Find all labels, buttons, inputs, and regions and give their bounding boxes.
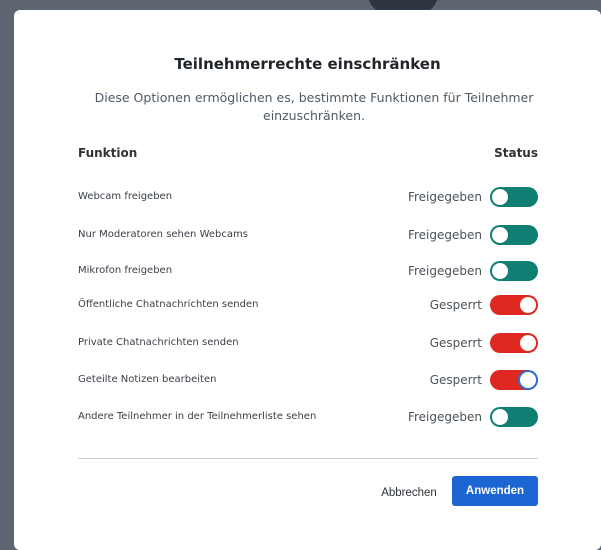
toggle-knob	[520, 297, 536, 313]
toggle-switch-webcam[interactable]	[490, 187, 538, 207]
setting-label: Andere Teilnehmer in der Teilnehmerliste…	[78, 411, 317, 422]
setting-status: Gesperrt	[429, 373, 482, 387]
setting-label: Nur Moderatoren sehen Webcams	[78, 229, 248, 240]
setting-status: Gesperrt	[429, 336, 482, 350]
setting-status: Freigegeben	[407, 264, 482, 278]
apply-button[interactable]: Anwenden	[452, 476, 538, 506]
toggle-switch-user-list[interactable]	[490, 407, 538, 427]
modal-title: Teilnehmerrechte einschränken	[174, 55, 441, 73]
setting-status: Freigegeben	[407, 410, 482, 424]
setting-label: Mikrofon freigeben	[78, 265, 173, 276]
setting-label: Geteilte Notizen bearbeiten	[78, 374, 217, 385]
setting-label: Öffentliche Chatnachrichten senden	[78, 299, 259, 310]
cancel-button[interactable]: Abbrechen	[380, 484, 438, 502]
setting-row-microphone: Mikrofon freigeben Freigegeben	[78, 256, 538, 286]
toggle-knob	[520, 335, 536, 351]
lock-viewers-modal: Teilnehmerrechte einschränken Diese Opti…	[14, 10, 601, 550]
setting-status: Freigegeben	[407, 228, 482, 242]
column-header-function: Funktion	[78, 146, 138, 160]
setting-row-shared-notes: Geteilte Notizen bearbeiten Gesperrt	[78, 365, 538, 395]
toggle-knob	[492, 409, 508, 425]
setting-row-private-chat: Private Chatnachrichten senden Gesperrt	[78, 328, 538, 358]
setting-label: Webcam freigeben	[78, 191, 173, 202]
toggle-switch-public-chat[interactable]	[490, 295, 538, 315]
toggle-knob	[492, 189, 508, 205]
toggle-knob	[492, 227, 508, 243]
setting-status: Freigegeben	[407, 190, 482, 204]
toggle-switch-microphone[interactable]	[490, 261, 538, 281]
toggle-knob	[492, 263, 508, 279]
setting-row-moderators-see-webcams: Nur Moderatoren sehen Webcams Freigegebe…	[78, 220, 538, 250]
toggle-switch-moderators-see-webcams[interactable]	[490, 225, 538, 245]
setting-label: Private Chatnachrichten senden	[78, 337, 239, 348]
setting-row-public-chat: Öffentliche Chatnachrichten senden Gespe…	[78, 290, 538, 320]
modal-description: Diese Optionen ermöglichen es, bestimmte…	[94, 90, 534, 123]
setting-row-webcam: Webcam freigeben Freigegeben	[78, 182, 538, 212]
setting-status: Gesperrt	[429, 298, 482, 312]
toggle-switch-private-chat[interactable]	[490, 333, 538, 353]
setting-row-user-list: Andere Teilnehmer in der Teilnehmerliste…	[78, 402, 538, 432]
column-header-status: Status	[494, 146, 538, 160]
toggle-switch-shared-notes[interactable]	[490, 370, 538, 390]
footer-divider	[78, 458, 538, 459]
toggle-knob	[520, 372, 536, 388]
